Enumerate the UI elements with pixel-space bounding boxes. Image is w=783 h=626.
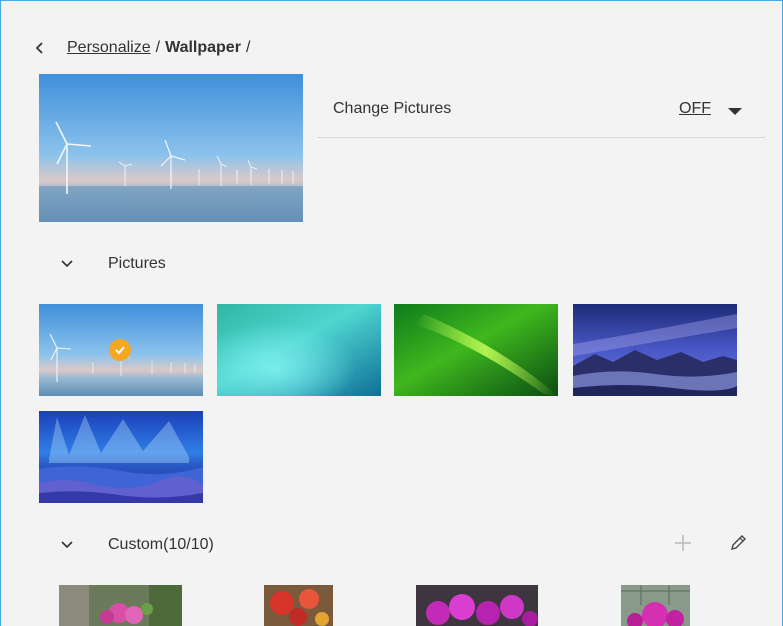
- custom-thumb-flower-market[interactable]: [59, 585, 182, 626]
- change-pictures-value[interactable]: OFF: [679, 100, 711, 118]
- wallpaper-thumb-cyan-abstract[interactable]: [217, 304, 381, 396]
- chevron-down-icon[interactable]: [57, 535, 77, 555]
- wallpaper-settings-window: Personalize / Wallpaper / Change Picture…: [0, 0, 783, 626]
- pictures-section-header[interactable]: Pictures: [57, 252, 166, 276]
- wallpaper-thumb-wind-turbines[interactable]: [39, 304, 203, 396]
- custom-thumb-red-flowers[interactable]: [264, 585, 333, 626]
- wallpaper-preview: [39, 74, 303, 222]
- breadcrumb-personalize-link[interactable]: Personalize: [67, 39, 151, 57]
- custom-thumb-purple-orchids[interactable]: [416, 585, 538, 626]
- chevron-left-icon[interactable]: [29, 37, 51, 59]
- breadcrumb: Personalize / Wallpaper /: [29, 37, 255, 59]
- chevron-down-icon[interactable]: [57, 254, 77, 274]
- change-pictures-row[interactable]: Change Pictures OFF: [317, 84, 765, 138]
- breadcrumb-current: Wallpaper: [165, 39, 241, 56]
- custom-thumb-greenhouse-orchids[interactable]: [621, 585, 690, 626]
- check-icon: [109, 339, 131, 361]
- plus-icon[interactable]: [671, 531, 695, 555]
- breadcrumb-separator: /: [155, 39, 161, 56]
- custom-section-title: Custom(10/10): [108, 536, 214, 553]
- change-pictures-label: Change Pictures: [333, 100, 452, 117]
- wallpaper-thumb-aurora[interactable]: [39, 411, 203, 503]
- caret-down-icon[interactable]: [725, 102, 745, 120]
- pictures-section-title: Pictures: [108, 255, 166, 272]
- wallpaper-thumb-mountain-night[interactable]: [573, 304, 737, 396]
- pencil-icon[interactable]: [726, 531, 750, 555]
- wallpaper-thumb-green-abstract[interactable]: [394, 304, 558, 396]
- breadcrumb-separator-trailing: /: [245, 39, 251, 56]
- custom-section-header[interactable]: Custom(10/10): [57, 533, 214, 557]
